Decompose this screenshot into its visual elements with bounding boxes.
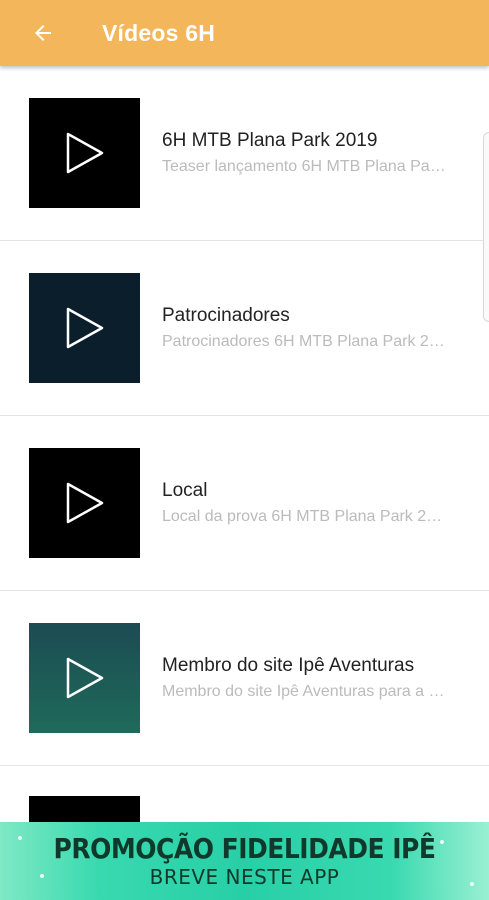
video-list-item[interactable]: Patrocinadores Patrocinadores 6H MTB Pla… [0,241,489,416]
play-icon [66,482,103,524]
video-subtitle: Membro do site Ipê Aventuras para a prov… [162,683,450,700]
video-title: Membro do site Ipê Aventuras [162,655,415,676]
video-thumbnail[interactable] [29,98,140,208]
video-subtitle: Patrocinadores 6H MTB Plana Park 2019 [162,333,450,350]
video-thumbnail[interactable] [29,623,140,733]
play-icon [66,307,103,349]
sparkle-decoration [470,882,474,886]
sparkle-decoration [18,836,22,840]
app-bar: Vídeos 6H [0,0,489,66]
video-thumbnail[interactable] [29,273,140,383]
scroll-indicator [483,132,489,322]
video-text: 6H MTB Plana Park 2019 Teaser lançamento… [162,129,450,177]
video-list-item[interactable]: 6H MTB Plana Park 2019 Teaser lançamento… [0,66,489,241]
video-title: Local [162,480,208,501]
promo-banner[interactable]: PROMOÇÃO FIDELIDADE IPÊ BREVE NESTE APP [0,822,489,900]
banner-headline: PROMOÇÃO FIDELIDADE IPÊ [53,832,436,864]
video-subtitle: Teaser lançamento 6H MTB Plana Park 2019 [162,158,450,175]
video-list-item[interactable]: Local Local da prova 6H MTB Plana Park 2… [0,416,489,591]
video-title: Patrocinadores [162,305,290,326]
play-icon [66,132,103,174]
sparkle-decoration [440,840,444,844]
video-text: Local Local da prova 6H MTB Plana Park 2… [162,479,450,527]
video-thumbnail[interactable] [29,448,140,558]
video-list-item[interactable]: Membro do site Ipê Aventuras Membro do s… [0,591,489,766]
video-list: 6H MTB Plana Park 2019 Teaser lançamento… [0,66,489,766]
video-subtitle: Local da prova 6H MTB Plana Park 2019 [162,508,450,525]
sparkle-decoration [40,874,44,878]
video-text: Membro do site Ipê Aventuras Membro do s… [162,654,450,702]
video-title: 6H MTB Plana Park 2019 [162,130,378,151]
play-icon [66,657,103,699]
page-title: Vídeos 6H [102,19,216,46]
banner-subline: BREVE NESTE APP [149,864,340,889]
arrow-left-icon [35,25,51,41]
back-button[interactable] [20,10,66,56]
video-text: Patrocinadores Patrocinadores 6H MTB Pla… [162,304,450,352]
